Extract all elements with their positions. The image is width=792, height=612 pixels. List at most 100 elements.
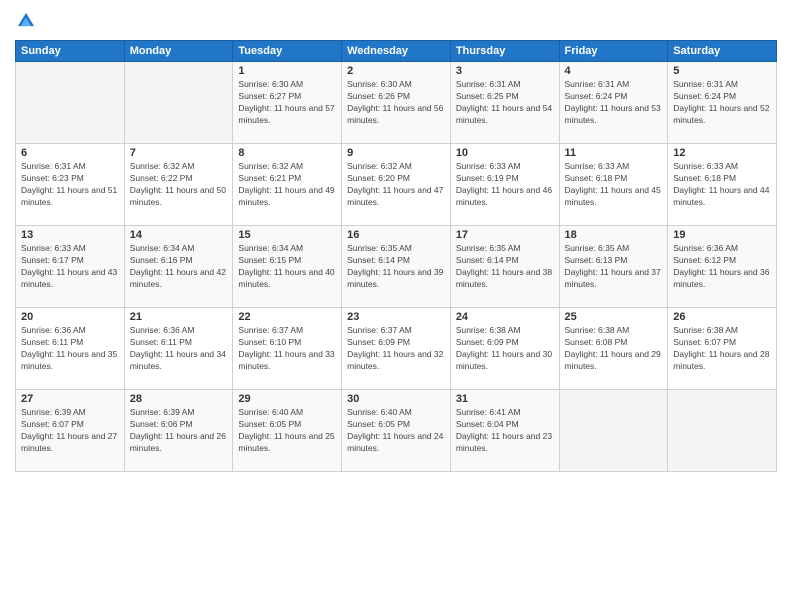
day-info: Sunrise: 6:40 AM Sunset: 6:05 PM Dayligh…: [238, 407, 336, 455]
calendar-day-cell: 6 Sunrise: 6:31 AM Sunset: 6:23 PM Daylig…: [16, 144, 125, 226]
day-number: 19: [673, 229, 771, 241]
calendar-day-cell: 29 Sunrise: 6:40 AM Sunset: 6:05 PM Dayli…: [233, 390, 342, 472]
day-number: 31: [456, 393, 554, 405]
calendar-week-row: 20Sunrise: 6:36 AM Sunset: 6:11 PM Dayli…: [16, 308, 777, 390]
day-info: Sunrise: 6:33 AM Sunset: 6:18 PM Dayligh…: [565, 161, 663, 209]
calendar-day-cell: 21 Sunrise: 6:36 AM Sunset: 6:11 PM Dayli…: [124, 308, 233, 390]
day-number: 23: [347, 311, 445, 323]
day-info: Sunrise: 6:38 AM Sunset: 6:09 PM Dayligh…: [456, 325, 554, 373]
day-number: 5: [673, 65, 771, 77]
calendar-day-cell: 23 Sunrise: 6:37 AM Sunset: 6:09 PM Dayli…: [342, 308, 451, 390]
calendar-day-cell: 3 Sunrise: 6:31 AM Sunset: 6:25 PM Daylig…: [450, 62, 559, 144]
day-info: Sunrise: 6:39 AM Sunset: 6:07 PM Dayligh…: [21, 407, 119, 455]
day-info: Sunrise: 6:36 AM Sunset: 6:12 PM Dayligh…: [673, 243, 771, 291]
calendar-day-cell: 24 Sunrise: 6:38 AM Sunset: 6:09 PM Dayli…: [450, 308, 559, 390]
day-info: Sunrise: 6:38 AM Sunset: 6:07 PM Dayligh…: [673, 325, 771, 373]
weekday-header: Saturday: [668, 41, 777, 62]
day-number: 24: [456, 311, 554, 323]
calendar-day-cell: 15 Sunrise: 6:34 AM Sunset: 6:15 PM Dayli…: [233, 226, 342, 308]
calendar-day-cell: 4 Sunrise: 6:31 AM Sunset: 6:24 PM Daylig…: [559, 62, 668, 144]
day-number: 9: [347, 147, 445, 159]
day-info: Sunrise: 6:36 AM Sunset: 6:11 PM Dayligh…: [130, 325, 228, 373]
calendar-day-cell: 12Sunrise: 6:33 AM Sunset: 6:18 PM Dayli…: [668, 144, 777, 226]
calendar-day-cell: 8 Sunrise: 6:32 AM Sunset: 6:21 PM Daylig…: [233, 144, 342, 226]
header-row: SundayMondayTuesdayWednesdayThursdayFrid…: [16, 41, 777, 62]
day-info: Sunrise: 6:37 AM Sunset: 6:10 PM Dayligh…: [238, 325, 336, 373]
day-info: Sunrise: 6:35 AM Sunset: 6:14 PM Dayligh…: [347, 243, 445, 291]
page: SundayMondayTuesdayWednesdayThursdayFrid…: [0, 0, 792, 612]
calendar-day-cell: 5 Sunrise: 6:31 AM Sunset: 6:24 PM Daylig…: [668, 62, 777, 144]
day-info: Sunrise: 6:34 AM Sunset: 6:16 PM Dayligh…: [130, 243, 228, 291]
calendar-day-cell: 16Sunrise: 6:35 AM Sunset: 6:14 PM Dayli…: [342, 226, 451, 308]
calendar-day-cell: 7Sunrise: 6:32 AM Sunset: 6:22 PM Daylig…: [124, 144, 233, 226]
calendar-day-cell: 13 Sunrise: 6:33 AM Sunset: 6:17 PM Dayli…: [16, 226, 125, 308]
day-info: Sunrise: 6:31 AM Sunset: 6:24 PM Dayligh…: [673, 79, 771, 127]
day-number: 15: [238, 229, 336, 241]
day-number: 22: [238, 311, 336, 323]
calendar-day-cell: 18 Sunrise: 6:35 AM Sunset: 6:13 PM Dayli…: [559, 226, 668, 308]
calendar-header: SundayMondayTuesdayWednesdayThursdayFrid…: [16, 41, 777, 62]
day-info: Sunrise: 6:31 AM Sunset: 6:25 PM Dayligh…: [456, 79, 554, 127]
day-number: 4: [565, 65, 663, 77]
day-info: Sunrise: 6:33 AM Sunset: 6:18 PM Dayligh…: [673, 161, 771, 209]
calendar-day-cell: 20Sunrise: 6:36 AM Sunset: 6:11 PM Dayli…: [16, 308, 125, 390]
calendar-day-cell: 31Sunrise: 6:41 AM Sunset: 6:04 PM Dayli…: [450, 390, 559, 472]
calendar-day-cell: 17 Sunrise: 6:35 AM Sunset: 6:14 PM Dayli…: [450, 226, 559, 308]
calendar-day-cell: 10 Sunrise: 6:33 AM Sunset: 6:19 PM Dayli…: [450, 144, 559, 226]
day-number: 17: [456, 229, 554, 241]
day-info: Sunrise: 6:36 AM Sunset: 6:11 PM Dayligh…: [21, 325, 119, 373]
calendar-week-row: 1 Sunrise: 6:30 AM Sunset: 6:27 PM Daylig…: [16, 62, 777, 144]
day-number: 6: [21, 147, 119, 159]
calendar-day-cell: 1 Sunrise: 6:30 AM Sunset: 6:27 PM Daylig…: [233, 62, 342, 144]
logo-icon: [15, 10, 37, 32]
weekday-header: Sunday: [16, 41, 125, 62]
day-number: 2: [347, 65, 445, 77]
day-number: 18: [565, 229, 663, 241]
day-number: 3: [456, 65, 554, 77]
day-info: Sunrise: 6:33 AM Sunset: 6:17 PM Dayligh…: [21, 243, 119, 291]
day-number: 21: [130, 311, 228, 323]
day-info: Sunrise: 6:40 AM Sunset: 6:05 PM Dayligh…: [347, 407, 445, 455]
day-info: Sunrise: 6:33 AM Sunset: 6:19 PM Dayligh…: [456, 161, 554, 209]
day-number: 8: [238, 147, 336, 159]
day-number: 26: [673, 311, 771, 323]
day-info: Sunrise: 6:32 AM Sunset: 6:21 PM Dayligh…: [238, 161, 336, 209]
weekday-header: Wednesday: [342, 41, 451, 62]
calendar-table: SundayMondayTuesdayWednesdayThursdayFrid…: [15, 40, 777, 472]
day-info: Sunrise: 6:37 AM Sunset: 6:09 PM Dayligh…: [347, 325, 445, 373]
calendar-day-cell: 14 Sunrise: 6:34 AM Sunset: 6:16 PM Dayli…: [124, 226, 233, 308]
day-info: Sunrise: 6:30 AM Sunset: 6:27 PM Dayligh…: [238, 79, 336, 127]
day-number: 13: [21, 229, 119, 241]
weekday-header: Monday: [124, 41, 233, 62]
weekday-header: Friday: [559, 41, 668, 62]
calendar-day-cell: 28 Sunrise: 6:39 AM Sunset: 6:06 PM Dayli…: [124, 390, 233, 472]
day-number: 1: [238, 65, 336, 77]
day-info: Sunrise: 6:39 AM Sunset: 6:06 PM Dayligh…: [130, 407, 228, 455]
day-info: Sunrise: 6:34 AM Sunset: 6:15 PM Dayligh…: [238, 243, 336, 291]
calendar-day-cell: [16, 62, 125, 144]
day-info: Sunrise: 6:31 AM Sunset: 6:23 PM Dayligh…: [21, 161, 119, 209]
weekday-header: Thursday: [450, 41, 559, 62]
calendar-week-row: 27 Sunrise: 6:39 AM Sunset: 6:07 PM Dayli…: [16, 390, 777, 472]
day-number: 29: [238, 393, 336, 405]
calendar-day-cell: 19 Sunrise: 6:36 AM Sunset: 6:12 PM Dayli…: [668, 226, 777, 308]
calendar-day-cell: 2 Sunrise: 6:30 AM Sunset: 6:26 PM Daylig…: [342, 62, 451, 144]
day-info: Sunrise: 6:30 AM Sunset: 6:26 PM Dayligh…: [347, 79, 445, 127]
logo: [15, 10, 41, 32]
calendar-body: 1 Sunrise: 6:30 AM Sunset: 6:27 PM Daylig…: [16, 62, 777, 472]
day-number: 14: [130, 229, 228, 241]
calendar-day-cell: [124, 62, 233, 144]
day-number: 28: [130, 393, 228, 405]
calendar-day-cell: 25Sunrise: 6:38 AM Sunset: 6:08 PM Dayli…: [559, 308, 668, 390]
day-number: 30: [347, 393, 445, 405]
day-info: Sunrise: 6:31 AM Sunset: 6:24 PM Dayligh…: [565, 79, 663, 127]
day-info: Sunrise: 6:35 AM Sunset: 6:14 PM Dayligh…: [456, 243, 554, 291]
day-number: 27: [21, 393, 119, 405]
calendar-day-cell: 22 Sunrise: 6:37 AM Sunset: 6:10 PM Dayli…: [233, 308, 342, 390]
calendar-day-cell: [668, 390, 777, 472]
day-number: 10: [456, 147, 554, 159]
header: [15, 10, 777, 32]
weekday-header: Tuesday: [233, 41, 342, 62]
day-info: Sunrise: 6:35 AM Sunset: 6:13 PM Dayligh…: [565, 243, 663, 291]
calendar-week-row: 6 Sunrise: 6:31 AM Sunset: 6:23 PM Daylig…: [16, 144, 777, 226]
